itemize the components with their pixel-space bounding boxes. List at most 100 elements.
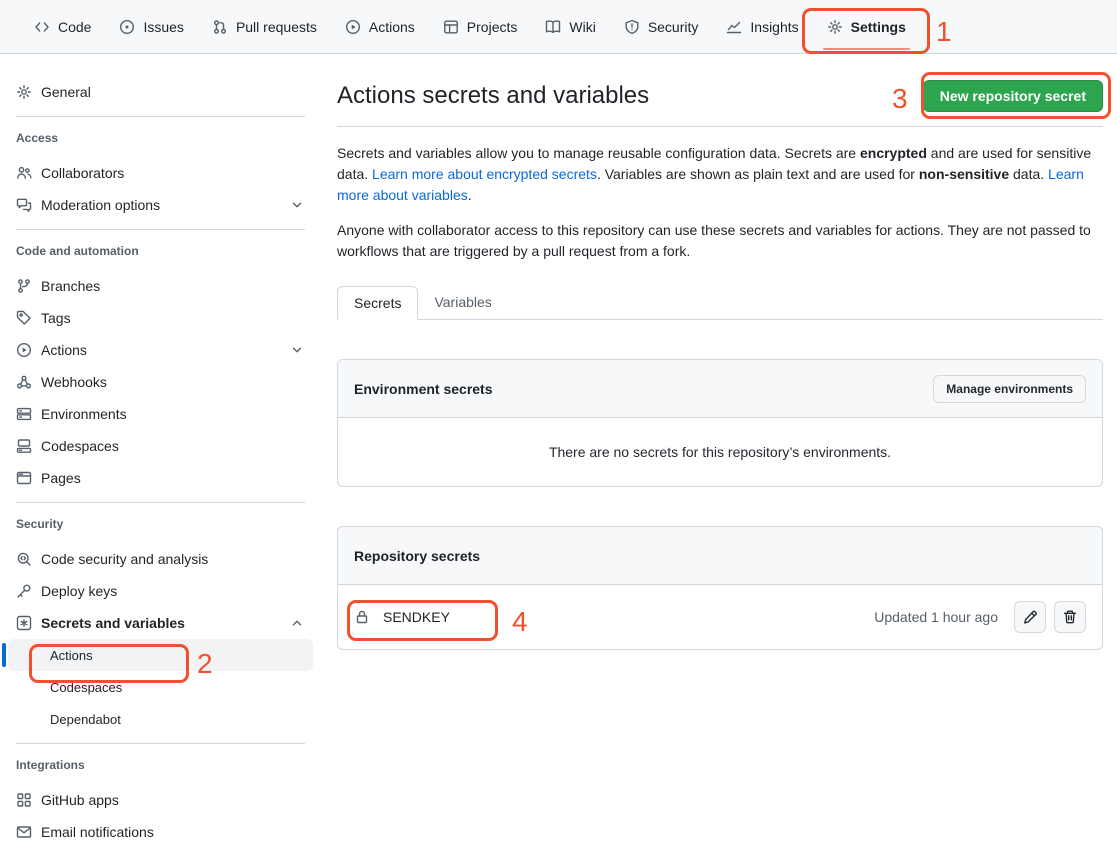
- sidebar-subitem-label: Actions: [50, 648, 93, 663]
- header-divider: [337, 126, 1103, 127]
- tab-pull-requests[interactable]: Pull requests: [198, 0, 331, 53]
- sidebar-subitem-label: Dependabot: [50, 712, 121, 727]
- tab-code[interactable]: Code: [20, 0, 105, 53]
- sidebar-item-moderation-options[interactable]: Moderation options: [0, 189, 321, 221]
- sidebar-item-webhooks[interactable]: Webhooks: [0, 366, 321, 398]
- pencil-icon: [1022, 609, 1038, 625]
- codescan-icon: [16, 551, 32, 567]
- sidebar-item-pages[interactable]: Pages: [0, 462, 321, 494]
- tab-actions[interactable]: Actions: [331, 0, 429, 53]
- secret-updated-time: Updated 1 hour ago: [874, 609, 998, 625]
- sidebar-item-email-notifications[interactable]: Email notifications: [0, 816, 321, 848]
- sidebar-section-access: Access: [0, 117, 321, 157]
- sidebar-item-label: Actions: [41, 342, 280, 358]
- secret-row: SENDKEY Updated 1 hour ago: [338, 585, 1102, 649]
- sidebar-item-code-security[interactable]: Code security and analysis: [0, 543, 321, 575]
- sidebar-item-label: Code security and analysis: [41, 551, 208, 567]
- repo-nav: Code Issues Pull requests Actions Projec…: [0, 0, 1117, 54]
- sidebar-item-label: Codespaces: [41, 438, 119, 454]
- repository-secrets-card: Repository secrets SENDKEY Updated 1 hou…: [337, 526, 1103, 650]
- non-sensitive-bold: non-sensitive: [919, 166, 1009, 182]
- sidebar-item-label: Moderation options: [41, 197, 280, 213]
- code-icon: [34, 19, 50, 35]
- mail-icon: [16, 824, 32, 840]
- description-paragraph: Secrets and variables allow you to manag…: [337, 143, 1103, 206]
- tab-settings[interactable]: Settings: [813, 0, 920, 53]
- sidebar-item-collaborators[interactable]: Collaborators: [0, 157, 321, 189]
- new-repository-secret-button[interactable]: New repository secret: [923, 80, 1103, 112]
- sidebar-item-label: Environments: [41, 406, 127, 422]
- tab-variables[interactable]: Variables: [418, 286, 507, 319]
- selected-item-indicator: [2, 643, 6, 667]
- secret-name-group: SENDKEY: [354, 609, 450, 625]
- shield-icon: [624, 19, 640, 35]
- sidebar-item-branches[interactable]: Branches: [0, 270, 321, 302]
- browser-icon: [16, 470, 32, 486]
- play-icon: [345, 19, 361, 35]
- sidebar-subitem-actions[interactable]: Actions: [8, 639, 313, 671]
- sidebar-item-label: Collaborators: [41, 165, 124, 181]
- sidebar-item-github-apps[interactable]: GitHub apps: [0, 784, 321, 816]
- learn-more-encrypted-secrets-link[interactable]: Learn more about encrypted secrets: [372, 166, 597, 182]
- sidebar-item-codespaces[interactable]: Codespaces: [0, 430, 321, 462]
- secrets-variables-tabs: Secrets Variables: [337, 286, 1103, 320]
- sidebar-item-environments[interactable]: Environments: [0, 398, 321, 430]
- server-icon: [16, 406, 32, 422]
- sidebar-subitem-dependabot[interactable]: Dependabot: [8, 703, 313, 735]
- main-content: Actions secrets and variables New reposi…: [337, 54, 1103, 650]
- gear-icon: [827, 19, 843, 35]
- tab-wiki[interactable]: Wiki: [531, 0, 609, 53]
- tab-security[interactable]: Security: [610, 0, 713, 53]
- chevron-up-icon: [289, 615, 305, 631]
- chevron-down-icon: [289, 197, 305, 213]
- trash-icon: [1062, 609, 1078, 625]
- tab-pull-requests-label: Pull requests: [236, 19, 317, 35]
- comment-discussion-icon: [16, 197, 32, 213]
- environment-secrets-title: Environment secrets: [354, 381, 493, 397]
- delete-secret-button[interactable]: [1054, 601, 1086, 633]
- tab-issues-label: Issues: [143, 19, 183, 35]
- people-icon: [16, 165, 32, 181]
- git-pull-request-icon: [212, 19, 228, 35]
- collaborator-access-paragraph: Anyone with collaborator access to this …: [337, 220, 1103, 262]
- chevron-down-icon: [289, 342, 305, 358]
- tab-insights[interactable]: Insights: [712, 0, 812, 53]
- tab-actions-label: Actions: [369, 19, 415, 35]
- tab-secrets[interactable]: Secrets: [337, 286, 418, 320]
- book-icon: [545, 19, 561, 35]
- sidebar-item-deploy-keys[interactable]: Deploy keys: [0, 575, 321, 607]
- tab-projects[interactable]: Projects: [429, 0, 532, 53]
- sidebar-item-label: Branches: [41, 278, 100, 294]
- sidebar-item-label: Webhooks: [41, 374, 107, 390]
- apps-icon: [16, 792, 32, 808]
- description-text: Secrets and variables allow you to manag…: [337, 145, 860, 161]
- repository-secrets-title: Repository secrets: [354, 548, 480, 564]
- key-icon: [16, 583, 32, 599]
- lock-icon: [354, 609, 370, 625]
- edit-secret-button[interactable]: [1014, 601, 1046, 633]
- sidebar-item-label: GitHub apps: [41, 792, 119, 808]
- sidebar-section-code-automation: Code and automation: [0, 230, 321, 270]
- sidebar-item-tags[interactable]: Tags: [0, 302, 321, 334]
- sidebar-section-security: Security: [0, 503, 321, 543]
- sidebar-item-general[interactable]: General: [0, 76, 321, 108]
- secret-name: SENDKEY: [383, 609, 450, 625]
- tab-insights-label: Insights: [750, 19, 798, 35]
- sidebar-section-integrations: Integrations: [0, 744, 321, 784]
- graph-icon: [726, 19, 742, 35]
- settings-sidebar: General Access Collaborators Moderation …: [0, 54, 321, 848]
- description-text: . Variables are shown as plain text and …: [597, 166, 919, 182]
- tab-issues[interactable]: Issues: [105, 0, 197, 53]
- webhook-icon: [16, 374, 32, 390]
- sidebar-subitem-codespaces[interactable]: Codespaces: [8, 671, 313, 703]
- sidebar-item-secrets-and-variables[interactable]: Secrets and variables: [0, 607, 321, 639]
- page-title: Actions secrets and variables: [337, 82, 649, 110]
- sidebar-item-label: Deploy keys: [41, 583, 117, 599]
- sidebar-item-label: Pages: [41, 470, 81, 486]
- tab-code-label: Code: [58, 19, 91, 35]
- sidebar-item-actions[interactable]: Actions: [0, 334, 321, 366]
- active-tab-underline: [823, 48, 910, 50]
- play-icon: [16, 342, 32, 358]
- environment-secrets-empty-message: There are no secrets for this repository…: [338, 418, 1102, 486]
- manage-environments-button[interactable]: Manage environments: [933, 375, 1086, 403]
